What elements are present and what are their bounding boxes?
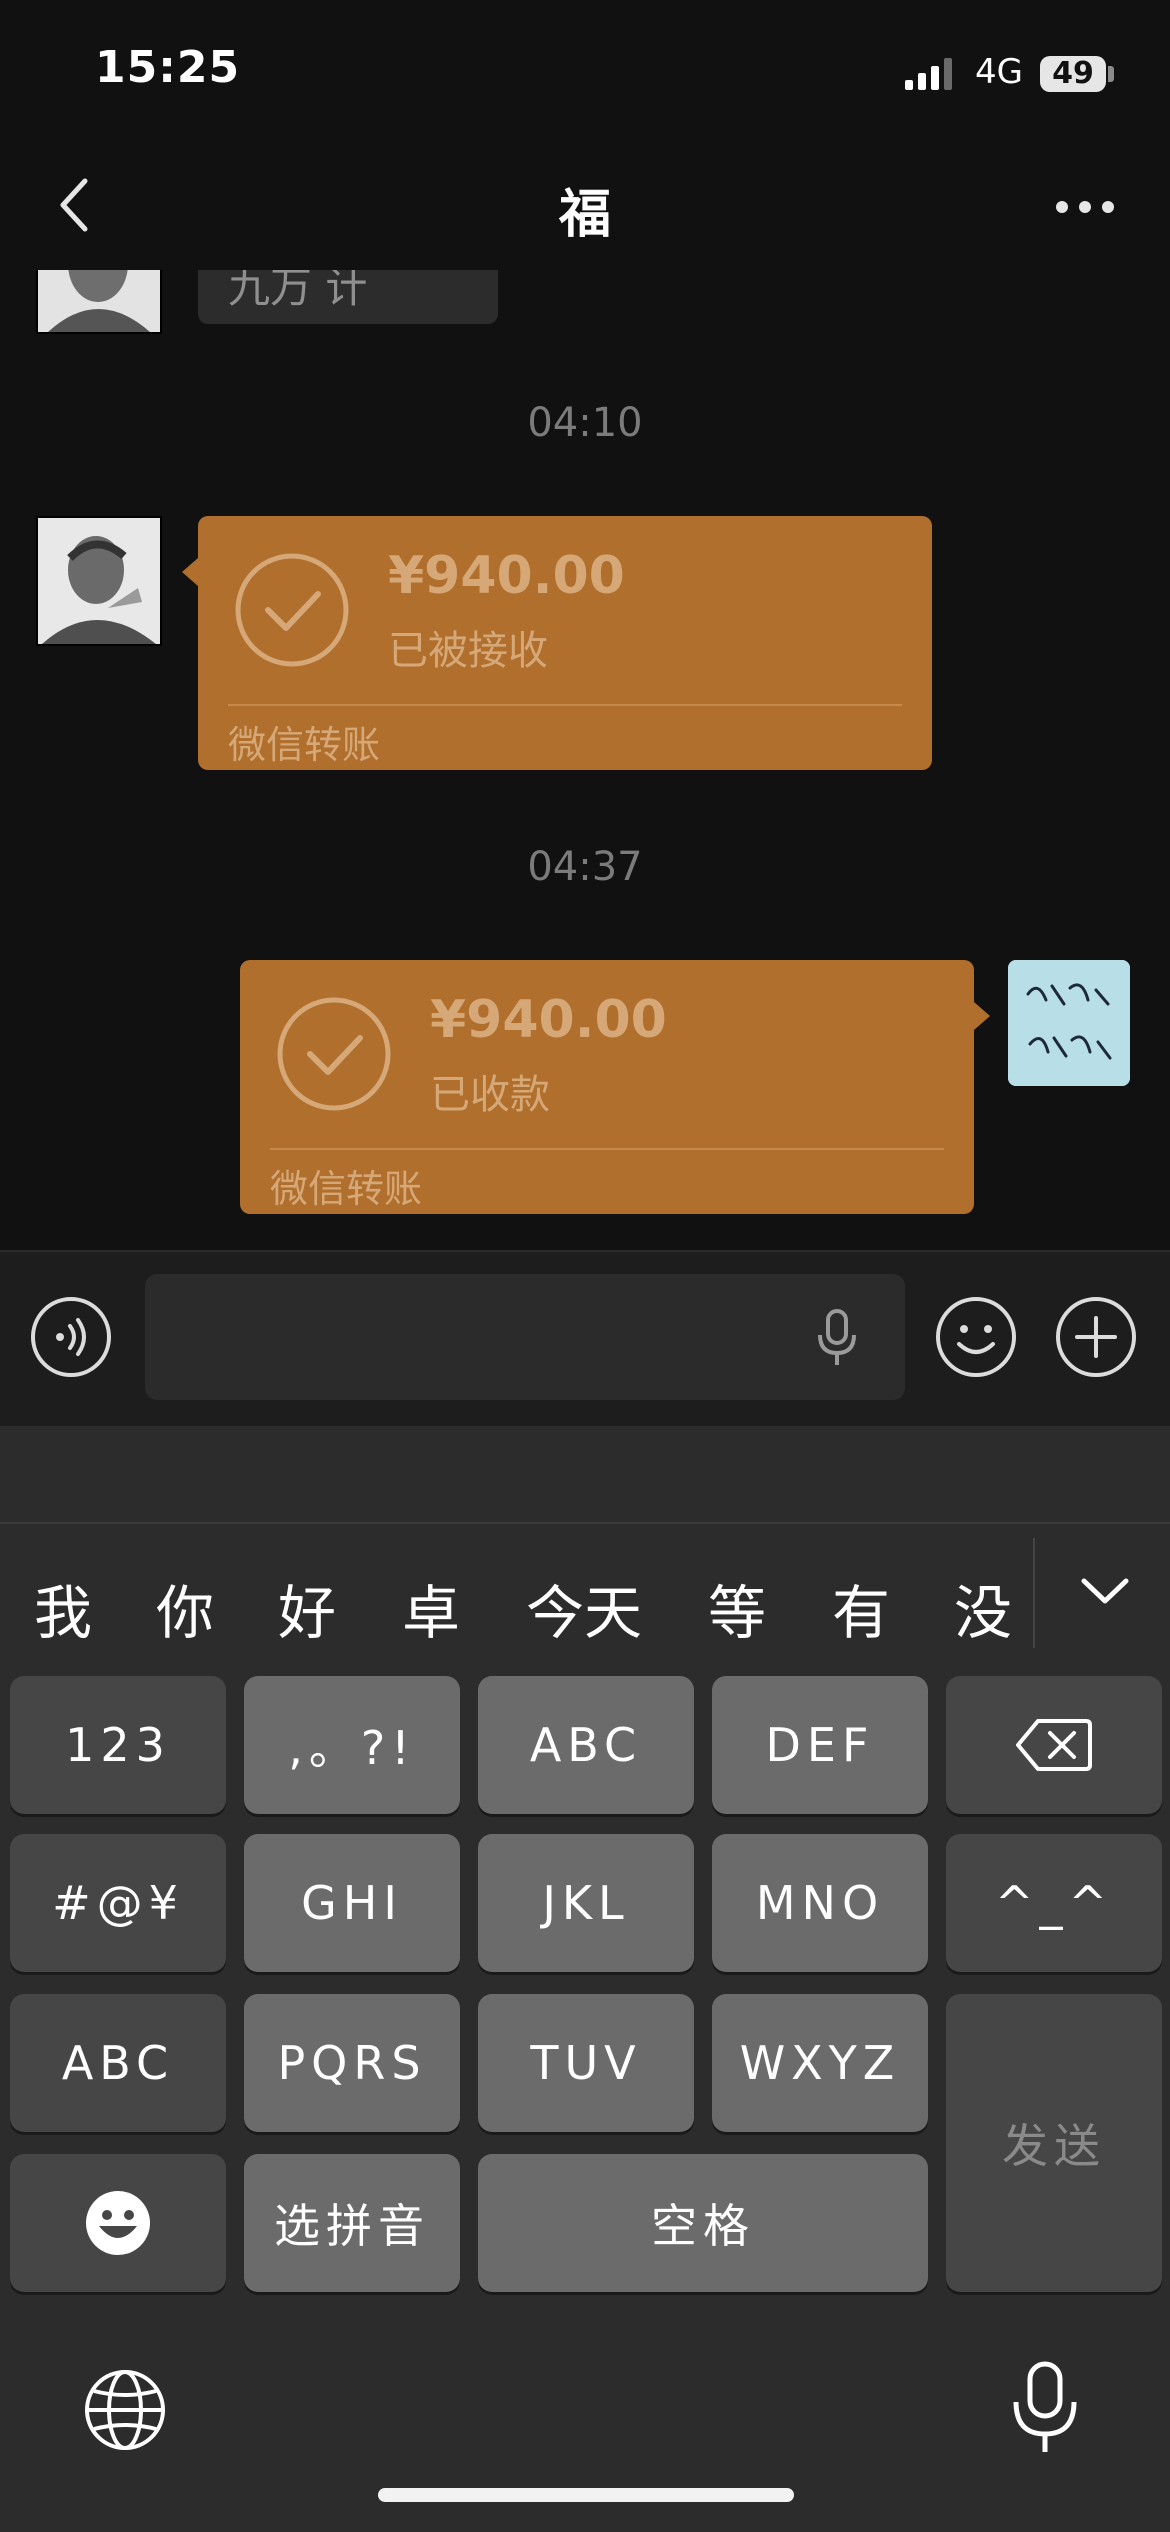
key-123[interactable]: 123 (10, 1676, 226, 1814)
avatar-left-partial[interactable] (36, 270, 162, 334)
voice-input-button[interactable] (30, 1296, 112, 1378)
candidate-word[interactable]: 等 (708, 1566, 766, 1650)
key-emoticon[interactable]: ^_^ (946, 1834, 1162, 1972)
mic-icon[interactable] (812, 1307, 862, 1367)
key-label: 选拼音 (274, 2199, 430, 2253)
candidate-word[interactable]: 好 (278, 1566, 336, 1650)
calligraphy-avatar-image (1008, 960, 1130, 1086)
key-label: ABC (61, 2036, 175, 2090)
transfer-amount: ¥940.00 (388, 546, 625, 606)
plus-button[interactable] (1055, 1296, 1137, 1378)
candidate-word[interactable]: 有 (832, 1566, 890, 1650)
key-send[interactable]: 发送 (946, 1994, 1162, 2292)
transfer-amount: ¥940.00 (430, 990, 667, 1050)
emoji-button[interactable] (935, 1296, 1017, 1378)
key-pqrs[interactable]: PQRS (244, 1994, 460, 2132)
key-def[interactable]: DEF (712, 1676, 928, 1814)
key-abc-mode[interactable]: ABC (10, 1994, 226, 2132)
bubble-tail (182, 558, 198, 586)
chevron-left-icon (60, 178, 88, 232)
key-label: ,。?! (288, 1721, 416, 1775)
key-label: ABC (529, 1718, 643, 1772)
bubble-tail (974, 1002, 990, 1030)
more-dots-icon (1056, 201, 1114, 213)
signal-icon (905, 58, 952, 90)
portrait-icon (38, 518, 160, 644)
candidate-word[interactable]: 今天 (526, 1566, 642, 1650)
key-label: #@¥ (52, 1876, 184, 1930)
key-delete[interactable] (946, 1676, 1162, 1814)
key-emoji[interactable] (10, 2154, 226, 2292)
key-label: WXYZ (739, 2036, 901, 2090)
divider (270, 1148, 944, 1150)
transfer-status: 已被接收 (388, 628, 548, 674)
more-button[interactable] (1040, 182, 1130, 232)
home-indicator[interactable] (378, 2488, 794, 2502)
globe-icon[interactable] (80, 2365, 170, 2455)
transfer-card-received[interactable]: ¥940.00 已被接收 微信转账 (182, 516, 932, 770)
key-label: 123 (65, 1718, 171, 1772)
candidate-separator (1033, 1538, 1035, 1648)
key-mno[interactable]: MNO (712, 1834, 928, 1972)
dictation-mic-icon[interactable] (1000, 2358, 1090, 2458)
key-label: JKL (542, 1876, 630, 1930)
battery-icon: 49 (1040, 56, 1106, 92)
key-label: 空格 (651, 2199, 755, 2253)
key-space[interactable]: 空格 (478, 2154, 928, 2292)
status-time: 15:25 (95, 42, 241, 93)
chat-area[interactable]: 九万 计 04:10 ¥940.00 已被接收 微信转账 04:37 ¥940.… (0, 270, 1170, 1250)
key-jkl[interactable]: JKL (478, 1834, 694, 1972)
candidate-word[interactable]: 你 (156, 1566, 214, 1650)
key-label: GHI (301, 1876, 403, 1930)
network-type: 4G (975, 52, 1023, 92)
key-label: ^_^ (994, 1876, 1114, 1930)
avatar-right[interactable] (1008, 960, 1130, 1086)
check-circle-icon (235, 553, 349, 667)
battery-cap (1108, 66, 1114, 82)
timestamp: 04:37 (527, 844, 643, 890)
check-circle-icon (277, 997, 391, 1111)
chevron-down-icon (1081, 1578, 1129, 1604)
message-bubble-partial[interactable]: 九万 计 (198, 270, 498, 324)
chat-title: 福 (558, 185, 611, 245)
key-tuv[interactable]: TUV (478, 1994, 694, 2132)
back-button[interactable] (40, 170, 110, 240)
transfer-label: 微信转账 (270, 1167, 423, 1211)
backspace-icon (1016, 1719, 1092, 1771)
transfer-card-collected[interactable]: ¥940.00 已收款 微信转账 (240, 960, 990, 1214)
key-abc[interactable]: ABC (478, 1676, 694, 1814)
candidate-word[interactable]: 我 (34, 1566, 92, 1650)
key-label: PQRS (277, 2036, 427, 2090)
key-label: 发送 (1002, 2119, 1106, 2173)
emoji-face-icon (86, 2191, 150, 2255)
avatar-left[interactable] (36, 516, 162, 646)
key-label: DEF (765, 1718, 875, 1772)
message-input[interactable] (145, 1274, 905, 1400)
candidate-word[interactable]: 没 (954, 1566, 1012, 1650)
key-ghi[interactable]: GHI (244, 1834, 460, 1972)
key-pinyin[interactable]: 选拼音 (244, 2154, 460, 2292)
key-punctuation[interactable]: ,。?! (244, 1676, 460, 1814)
timestamp: 04:10 (527, 400, 643, 446)
candidate-word[interactable]: 卓 (402, 1566, 460, 1650)
transfer-status: 已收款 (430, 1072, 550, 1118)
keyboard-toolbar (0, 1426, 1170, 1524)
transfer-label: 微信转账 (228, 723, 381, 767)
collapse-keyboard-button[interactable] (1070, 1560, 1140, 1620)
key-symbols[interactable]: #@¥ (10, 1834, 226, 1972)
key-label: TUV (530, 2036, 642, 2090)
divider (228, 704, 902, 706)
portrait-icon (38, 270, 160, 332)
key-wxyz[interactable]: WXYZ (712, 1994, 928, 2132)
key-label: MNO (755, 1876, 885, 1930)
